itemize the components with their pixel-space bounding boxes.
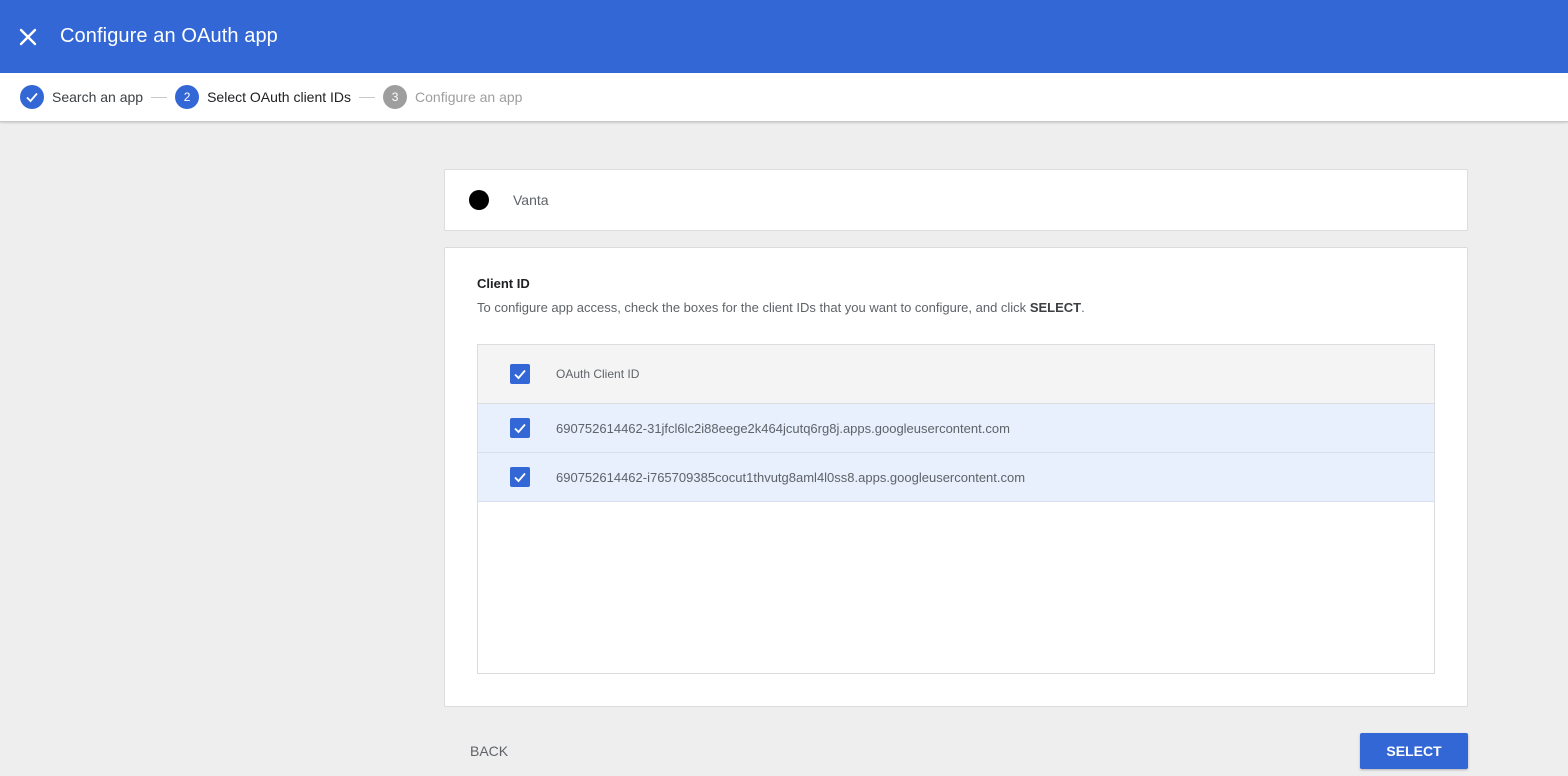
step-label: Configure an app xyxy=(415,89,523,105)
app-card: Vanta xyxy=(444,169,1468,231)
step-number: 2 xyxy=(175,85,200,109)
select-all-checkbox[interactable] xyxy=(510,364,530,384)
check-icon xyxy=(514,369,526,380)
step-number: 3 xyxy=(383,85,408,109)
table-row[interactable]: 690752614462-31jfcl6lc2i88eege2k464jcutq… xyxy=(478,404,1434,453)
client-id-card: Client ID To configure app access, check… xyxy=(444,247,1468,707)
app-name: Vanta xyxy=(513,192,549,208)
check-icon xyxy=(514,472,526,483)
section-title: Client ID xyxy=(477,276,530,291)
client-id-value: 690752614462-i765709385cocut1thvutg8aml4… xyxy=(556,469,1026,485)
close-button[interactable] xyxy=(0,0,56,73)
app-header: Configure an OAuth app xyxy=(0,0,1568,73)
table-row[interactable]: 690752614462-i765709385cocut1thvutg8aml4… xyxy=(478,453,1434,502)
step-divider xyxy=(151,96,168,98)
step-label: Select OAuth client IDs xyxy=(207,89,352,105)
step-label: Search an app xyxy=(52,89,144,105)
row-checkbox[interactable] xyxy=(510,418,530,438)
row-checkbox[interactable] xyxy=(510,467,530,487)
stepper: Search an app 2 Select OAuth client IDs … xyxy=(0,73,1568,122)
step-search-app: Search an app xyxy=(20,85,143,109)
step-divider xyxy=(359,96,376,98)
back-button[interactable]: BACK xyxy=(456,733,522,769)
step-configure-app: 3 Configure an app xyxy=(383,85,522,109)
client-id-table: OAuth Client ID 690752614462-31jfcl6lc2i… xyxy=(477,344,1435,674)
client-id-value: 690752614462-31jfcl6lc2i88eege2k464jcutq… xyxy=(556,420,1010,436)
description-end: . xyxy=(1081,300,1085,315)
description-text: To configure app access, check the boxes… xyxy=(477,300,1030,315)
close-icon xyxy=(19,28,37,45)
check-icon xyxy=(20,85,44,109)
select-button[interactable]: SELECT xyxy=(1360,733,1468,769)
app-logo xyxy=(469,190,489,210)
page-title: Configure an OAuth app xyxy=(60,25,278,47)
column-header-client-id: OAuth Client ID xyxy=(556,367,640,381)
description-emphasis: SELECT xyxy=(1029,300,1082,315)
step-select-client-ids: 2 Select OAuth client IDs xyxy=(175,85,351,109)
check-icon xyxy=(514,423,526,434)
section-description: To configure app access, check the boxes… xyxy=(477,300,1085,315)
table-header: OAuth Client ID xyxy=(478,345,1434,404)
